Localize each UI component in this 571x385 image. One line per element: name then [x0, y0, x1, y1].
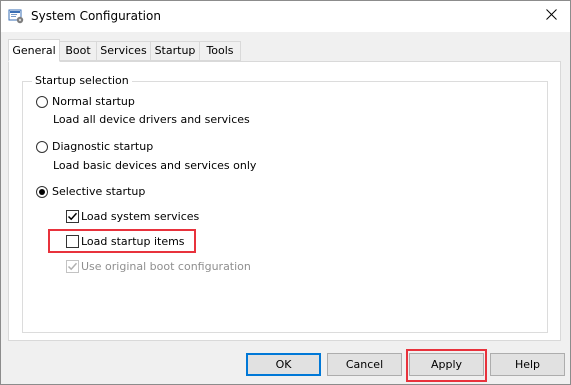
- diagnostic-startup-description: Load basic devices and services only: [53, 159, 257, 172]
- load-startup-items-label[interactable]: Load startup items: [81, 235, 185, 248]
- tab-general[interactable]: General: [8, 39, 60, 62]
- startup-selection-group: Startup selection Normal startup Load al…: [22, 74, 548, 333]
- checkmark-icon: [67, 212, 78, 221]
- selective-startup-radio[interactable]: [36, 186, 48, 198]
- window-title: System Configuration: [31, 9, 161, 23]
- radio-selected-dot: [39, 189, 45, 195]
- cancel-button[interactable]: Cancel: [327, 353, 402, 376]
- tab-tools[interactable]: Tools: [199, 41, 241, 61]
- load-system-services-checkbox[interactable]: [66, 210, 79, 223]
- load-startup-items-checkbox[interactable]: [66, 235, 79, 248]
- help-button[interactable]: Help: [490, 353, 565, 376]
- normal-startup-radio[interactable]: [36, 96, 48, 108]
- diagnostic-startup-label[interactable]: Diagnostic startup: [52, 140, 153, 153]
- normal-startup-label[interactable]: Normal startup: [52, 95, 135, 108]
- load-system-services-label[interactable]: Load system services: [81, 210, 199, 223]
- diagnostic-startup-radio[interactable]: [36, 141, 48, 153]
- use-original-boot-checkbox: [66, 260, 79, 273]
- apply-button[interactable]: Apply: [409, 353, 484, 376]
- general-tab-panel: Startup selection Normal startup Load al…: [8, 61, 561, 341]
- close-button[interactable]: [532, 1, 570, 31]
- tab-startup[interactable]: Startup: [150, 41, 200, 61]
- checkmark-icon: [67, 262, 78, 271]
- group-title: Startup selection: [32, 74, 132, 87]
- tab-boot[interactable]: Boot: [59, 41, 97, 61]
- tab-services[interactable]: Services: [96, 41, 151, 61]
- system-configuration-window: System Configuration General Boot Servic…: [0, 0, 571, 385]
- normal-startup-description: Load all device drivers and services: [53, 113, 250, 126]
- title-bar[interactable]: System Configuration: [1, 1, 570, 32]
- selective-startup-label[interactable]: Selective startup: [52, 185, 145, 198]
- close-icon: [545, 9, 557, 23]
- use-original-boot-label: Use original boot configuration: [81, 260, 251, 273]
- ok-button[interactable]: OK: [246, 353, 321, 376]
- msconfig-app-icon: [8, 9, 24, 24]
